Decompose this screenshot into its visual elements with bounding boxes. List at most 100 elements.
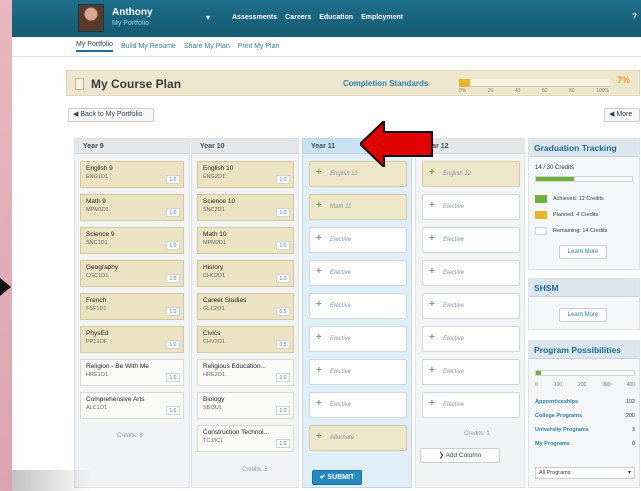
chevron-down-icon[interactable]: ▾ xyxy=(202,12,214,24)
subnav-print-plan[interactable]: Print My Plan xyxy=(238,43,280,50)
course-slot[interactable]: + Elective xyxy=(309,392,407,418)
course-slot[interactable]: + Elective xyxy=(422,392,520,418)
completion-standards-link[interactable]: Completion Standards xyxy=(343,79,428,88)
nav-assessments[interactable]: Assessments xyxy=(232,14,277,21)
avatar[interactable] xyxy=(78,4,104,32)
more-button[interactable]: ◀ More xyxy=(604,108,640,122)
course-slot[interactable]: + Alternate xyxy=(309,425,407,451)
program-row[interactable]: College Programs 200 xyxy=(535,413,635,419)
plus-icon[interactable]: + xyxy=(429,299,435,310)
plus-icon[interactable]: + xyxy=(316,266,322,277)
course-slot[interactable]: + Elective xyxy=(309,359,407,385)
graduation-tracking-panel: Graduation Tracking 14 / 30 Credits Achi… xyxy=(528,138,640,270)
course-credit[interactable]: 1.0 xyxy=(276,373,290,382)
course-card[interactable]: History CHC2D1 1.0 xyxy=(197,260,294,287)
course-card[interactable]: Comprehensive Arts ALC1O1 1.0 xyxy=(80,392,184,419)
slot-label: Elective xyxy=(330,402,352,408)
course-credit[interactable]: 1.0 xyxy=(166,340,180,349)
course-slot[interactable]: + Elective xyxy=(422,359,520,385)
course-name: Science 9 xyxy=(86,231,115,238)
course-credit[interactable]: 1.0 xyxy=(276,241,290,250)
add-column-button[interactable]: ❯ Add Column xyxy=(420,448,500,463)
course-credit[interactable]: 1.0 xyxy=(166,406,180,415)
nav-education[interactable]: Education xyxy=(319,14,353,21)
course-credit[interactable]: 1.0 xyxy=(276,208,290,217)
plus-icon[interactable]: + xyxy=(429,200,435,211)
course-slot[interactable]: + Elective xyxy=(309,227,407,253)
course-card[interactable]: Biology SBI3U1 1.0 xyxy=(197,392,294,419)
plus-icon[interactable]: + xyxy=(429,398,435,409)
course-slot[interactable]: + English 12 xyxy=(422,161,520,187)
course-card[interactable]: Career Studies GLC2O1 0.5 xyxy=(197,293,294,320)
course-card[interactable]: English 10 ENG2D1 1.0 xyxy=(197,161,294,188)
course-slot[interactable]: + Elective xyxy=(422,326,520,352)
course-name: Construction Technol... xyxy=(203,429,269,436)
nav-employment[interactable]: Employment xyxy=(361,14,403,21)
course-credit[interactable]: 1.0 xyxy=(166,373,180,382)
subnav-share-plan[interactable]: Share My Plan xyxy=(184,43,230,50)
course-card[interactable]: Civics CHV2O1 0.5 xyxy=(197,326,294,353)
course-card[interactable]: Science 9 SNC1D1 1.0 xyxy=(80,227,184,254)
course-card[interactable]: Math 10 MPM2D1 1.0 xyxy=(197,227,294,254)
program-count: 102 xyxy=(625,399,635,405)
subnav-build-resume[interactable]: Build My Resume xyxy=(121,43,176,50)
nav-careers[interactable]: Careers xyxy=(285,14,311,21)
course-slot[interactable]: + Elective xyxy=(422,260,520,286)
course-card[interactable]: Construction Technol... TCJ3C1 1.0 xyxy=(197,425,294,452)
course-card[interactable]: Religion - Be With Me HRE1O1 1.0 xyxy=(80,359,184,386)
help-icon[interactable]: ? xyxy=(632,12,637,21)
course-credit[interactable]: 1.0 xyxy=(166,241,180,250)
course-slot[interactable]: + Math 11 xyxy=(309,194,407,220)
course-card[interactable]: Math 9 MPM1D1 1.0 xyxy=(80,194,184,221)
course-credit[interactable]: 1.0 xyxy=(276,439,290,448)
program-filter-select[interactable]: All Programs ▾ xyxy=(535,467,635,479)
back-to-portfolio-button[interactable]: ◀ Back to My Portfolio xyxy=(68,108,154,122)
plus-icon[interactable]: + xyxy=(316,200,322,211)
course-code: CHV2O1 xyxy=(203,339,226,345)
submit-button[interactable]: ✔ SUBMIT xyxy=(312,470,362,485)
course-slot[interactable]: + Elective xyxy=(422,293,520,319)
plus-icon[interactable]: + xyxy=(429,167,435,178)
my-portfolio-link[interactable]: My Portfolio xyxy=(112,20,149,27)
course-credit[interactable]: 1.0 xyxy=(276,274,290,283)
course-code: FSF1D1 xyxy=(86,306,107,312)
shsm-learn-more-button[interactable]: Learn More xyxy=(559,308,607,322)
course-card[interactable]: Religious Education... HRE2O1 1.0 xyxy=(197,359,294,386)
course-card[interactable]: English 9 ENG1D1 1.0 xyxy=(80,161,184,188)
plus-icon[interactable]: + xyxy=(316,299,322,310)
course-slot[interactable]: + Elective xyxy=(309,260,407,286)
course-credit[interactable]: 1.0 xyxy=(166,274,180,283)
program-tick: 200 xyxy=(578,382,587,388)
course-slot[interactable]: + Elective xyxy=(309,293,407,319)
plus-icon[interactable]: + xyxy=(429,365,435,376)
subnav-my-portfolio[interactable]: My Portfolio xyxy=(76,41,113,52)
course-slot[interactable]: + Elective xyxy=(422,227,520,253)
plus-icon[interactable]: + xyxy=(316,233,322,244)
course-slot[interactable]: + Elective xyxy=(422,194,520,220)
course-card[interactable]: PhysEd PPL1OF 1.0 xyxy=(80,326,184,353)
course-credit[interactable]: 0.5 xyxy=(276,307,290,316)
course-credit[interactable]: 1.0 xyxy=(276,406,290,415)
program-row[interactable]: University Programs 3 xyxy=(535,427,635,433)
course-credit[interactable]: 1.0 xyxy=(166,175,180,184)
plus-icon[interactable]: + xyxy=(429,332,435,343)
course-credit[interactable]: 1.0 xyxy=(166,307,180,316)
plus-icon[interactable]: + xyxy=(316,365,322,376)
course-credit[interactable]: 1.0 xyxy=(276,175,290,184)
plus-icon[interactable]: + xyxy=(316,398,322,409)
course-credit[interactable]: 1.0 xyxy=(166,208,180,217)
graduation-learn-more-button[interactable]: Learn More xyxy=(559,245,607,259)
course-credit[interactable]: 0.5 xyxy=(276,340,290,349)
plus-icon[interactable]: + xyxy=(316,431,322,442)
plus-icon[interactable]: + xyxy=(429,233,435,244)
course-slot[interactable]: + Elective xyxy=(309,326,407,352)
program-row[interactable]: Apprenticeships 102 xyxy=(535,399,635,405)
plus-icon[interactable]: + xyxy=(316,332,322,343)
plus-icon[interactable]: + xyxy=(429,266,435,277)
course-code: ALC1O1 xyxy=(86,405,108,411)
program-row[interactable]: My Programs 0 xyxy=(535,441,635,447)
course-card[interactable]: Science 10 SNC2D1 1.0 xyxy=(197,194,294,221)
course-card[interactable]: Geography CGC1D1 1.0 xyxy=(80,260,184,287)
plus-icon[interactable]: + xyxy=(316,167,322,178)
course-card[interactable]: French FSF1D1 1.0 xyxy=(80,293,184,320)
